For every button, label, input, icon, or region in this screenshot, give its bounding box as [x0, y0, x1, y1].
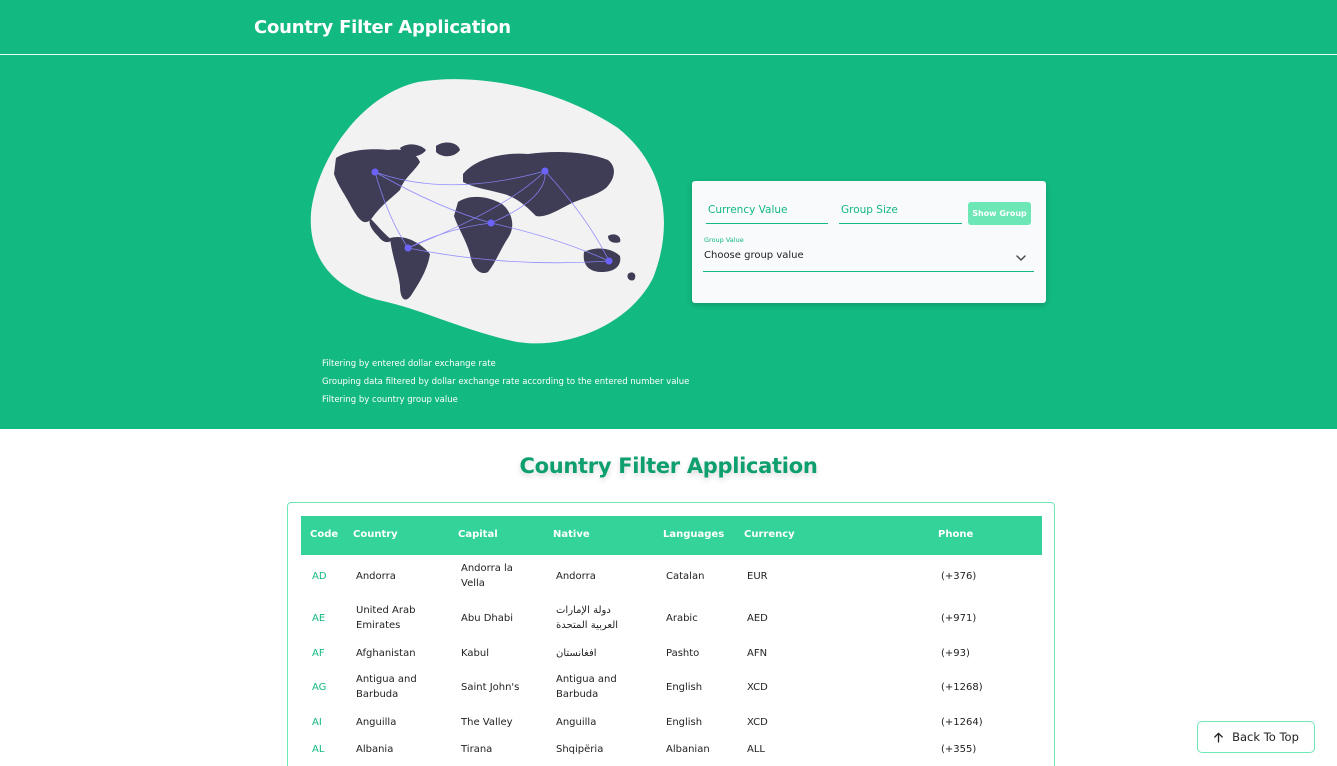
- filter-card: Show Group Group Value Choose group valu…: [692, 181, 1046, 303]
- cell-country: Anguilla: [356, 717, 397, 728]
- cell-language: English: [666, 717, 703, 728]
- cell-country: Afghanistan: [356, 648, 416, 659]
- column-header-capital: Capital: [458, 529, 498, 540]
- cell-currency: ALL: [747, 744, 765, 755]
- cell-native: Anguilla: [556, 717, 597, 728]
- cell-currency: EUR: [747, 571, 768, 582]
- arrow-up-icon: [1214, 732, 1223, 743]
- cell-capital: Andorra la Vella: [461, 563, 513, 589]
- cell-country: Albania: [356, 744, 394, 755]
- currency-value-input[interactable]: [706, 204, 828, 216]
- cell-country: Andorra: [356, 571, 396, 582]
- cell-capital: Kabul: [461, 648, 489, 659]
- cell-language: English: [666, 682, 703, 693]
- cell-native: Andorra: [556, 571, 596, 582]
- column-header-country: Country: [353, 529, 398, 540]
- cell-language: Catalan: [666, 571, 705, 582]
- cell-language: Pashto: [666, 648, 700, 659]
- world-map-illustration: [310, 79, 664, 344]
- cell-currency: XCD: [747, 717, 768, 728]
- table-header: Code Country Capital Native Languages Cu…: [301, 516, 1042, 555]
- cell-phone: (+971): [941, 613, 977, 624]
- country-table: Code Country Capital Native Languages Cu…: [287, 502, 1055, 766]
- cell-language: Arabic: [666, 613, 698, 624]
- cell-capital: Tirana: [461, 744, 493, 755]
- cell-country: Antigua and Barbuda: [356, 674, 417, 700]
- top-bar: Country Filter Application: [0, 0, 1337, 55]
- section-title: Country Filter Application: [519, 454, 818, 478]
- feature-list: Filtering by entered dollar exchange rat…: [322, 358, 689, 412]
- cell-native: Shqipëria: [556, 744, 604, 755]
- show-group-button[interactable]: Show Group: [968, 202, 1031, 225]
- column-header-languages: Languages: [663, 529, 725, 540]
- cell-native: افغانستان: [556, 648, 597, 659]
- cell-phone: (+1264): [941, 717, 983, 728]
- group-value-label: Group Value: [704, 236, 744, 244]
- cell-native: دولة الإمارات العربية المتحدة: [556, 605, 619, 631]
- column-header-native: Native: [553, 529, 590, 540]
- cell-phone: (+376): [941, 571, 977, 582]
- column-header-code: Code: [310, 529, 339, 540]
- cell-currency: XCD: [747, 682, 768, 693]
- cell-capital: Abu Dhabi: [461, 613, 513, 624]
- cell-code: AI: [312, 717, 322, 728]
- cell-currency: AFN: [747, 648, 768, 659]
- app-title: Country Filter Application: [254, 17, 511, 38]
- group-value-selected: Choose group value: [704, 250, 804, 261]
- cell-code: AD: [312, 571, 327, 582]
- cell-code: AE: [312, 613, 326, 624]
- cell-code: AG: [312, 682, 327, 693]
- currency-value-field: [706, 200, 828, 224]
- group-size-field: [839, 200, 962, 224]
- cell-phone: (+355): [941, 744, 977, 755]
- cell-code: AL: [312, 744, 325, 755]
- column-header-currency: Currency: [744, 529, 795, 540]
- cell-phone: (+1268): [941, 682, 983, 693]
- cell-code: AF: [312, 648, 325, 659]
- feature-item: Filtering by entered dollar exchange rat…: [322, 359, 496, 369]
- cell-capital: Saint John's: [461, 682, 520, 693]
- column-header-phone: Phone: [938, 529, 974, 540]
- group-value-select[interactable]: Choose group value: [703, 246, 1034, 272]
- feature-item: Grouping data filtered by dollar exchang…: [322, 377, 690, 387]
- cell-capital: The Valley: [461, 717, 513, 728]
- group-size-input[interactable]: [839, 204, 962, 216]
- chevron-down-icon: [1016, 255, 1026, 261]
- feature-item: Filtering by country group value: [322, 395, 458, 405]
- cell-country: United Arab Emirates: [356, 605, 416, 631]
- back-to-top-button[interactable]: Back To Top: [1197, 721, 1315, 753]
- cell-phone: (+93): [941, 648, 970, 659]
- cell-language: Albanian: [666, 744, 710, 755]
- cell-native: Antigua and Barbuda: [556, 674, 617, 700]
- back-to-top-label: Back To Top: [1232, 730, 1299, 744]
- cell-currency: AED: [747, 613, 768, 624]
